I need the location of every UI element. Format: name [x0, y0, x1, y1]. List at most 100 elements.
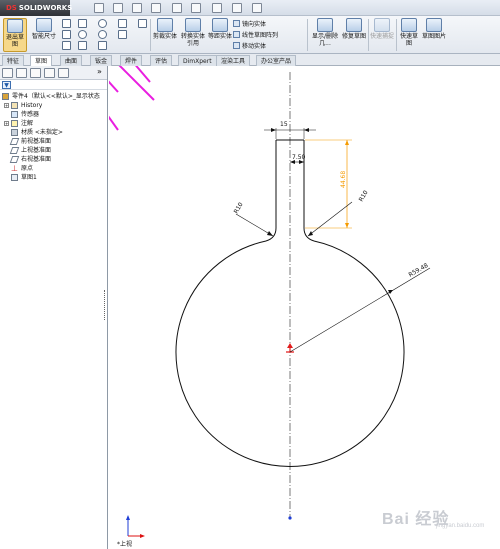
move-icon [233, 42, 240, 49]
part-icon [2, 93, 9, 100]
tab-render-tools[interactable]: 渲染工具 [216, 55, 251, 66]
rebuild-icon[interactable] [232, 3, 242, 13]
repair-sketch-button[interactable]: 修复草图 [342, 18, 366, 40]
move-entities-button[interactable]: 移动实体 [233, 41, 266, 50]
dim-r5948-leader [289, 267, 431, 353]
property-manager-tab-icon[interactable] [16, 68, 27, 78]
separator [368, 19, 369, 51]
dim-arrow [304, 128, 309, 132]
polygon-icon[interactable] [62, 41, 71, 50]
expand-icon[interactable]: + [4, 121, 9, 126]
dim-750-text[interactable]: 7.50 [292, 154, 306, 161]
dim-r10-left-text[interactable]: R10 [233, 201, 245, 215]
circle-icon[interactable] [98, 19, 107, 28]
sketch-picture-button[interactable]: 草图图片 [422, 18, 446, 40]
text-icon[interactable] [138, 19, 147, 28]
options-icon[interactable] [252, 3, 262, 13]
command-manager: 退出草图 智能尺寸 剪裁实体 转换实体引用 等距实体 镜向实体 线性草图阵列 移… [0, 16, 500, 54]
mirror-entities-button[interactable]: 镜向实体 [233, 19, 266, 28]
tree-item-front-plane[interactable]: 前视基准面 [0, 137, 107, 146]
line-icon[interactable] [62, 19, 71, 28]
tab-dimxpert[interactable]: DimXpert [178, 55, 217, 66]
quick-snaps-button[interactable]: 快速捕捉 [370, 18, 394, 40]
filter-icon[interactable]: ▼ [2, 81, 11, 89]
linear-pattern-button[interactable]: 线性草图阵列 [233, 30, 278, 39]
watermark-url: jingyan.baidu.com [436, 523, 485, 529]
tab-sketch[interactable]: 草图 [30, 55, 53, 66]
spline-icon[interactable] [118, 19, 127, 28]
tree-item-sketch1[interactable]: 草图1 [0, 173, 107, 182]
sketch-icon [11, 174, 18, 181]
offset-entities-button[interactable]: 等距实体 [208, 18, 232, 40]
sensor-icon [11, 111, 18, 118]
tree-item-history[interactable]: + History [0, 101, 107, 110]
dim-15-text[interactable]: 15 [280, 121, 288, 128]
tree-item-origin[interactable]: ⊥ 原点 [0, 164, 107, 173]
tab-weldments[interactable]: 焊件 [120, 55, 143, 66]
sketch-icon [7, 19, 23, 33]
open-icon[interactable] [113, 3, 123, 13]
dimxpert-manager-tab-icon[interactable] [44, 68, 55, 78]
smart-dimension-button[interactable]: 智能尺寸 [31, 18, 57, 40]
rapid-sketch-icon [401, 18, 417, 32]
centerline-icon[interactable] [62, 30, 71, 39]
expand-icon[interactable]: + [4, 103, 9, 108]
relations-icon [317, 18, 333, 32]
feature-manager-panel: » ▼ 零件4（默认<<默认>_显示状态 + History 传感器 + 注解 … [0, 66, 108, 549]
graphics-area[interactable]: 15 7.50 44.68 R10 R10 R59.48 [109, 66, 500, 549]
filter-row: ▼ [0, 80, 107, 90]
plane-tool-icon[interactable] [98, 41, 107, 50]
select-icon[interactable] [212, 3, 222, 13]
dim-4468-text[interactable]: 44.68 [340, 171, 347, 188]
sketch-canvas[interactable]: 15 7.50 44.68 R10 R10 R59.48 [109, 66, 500, 549]
feature-tree: 零件4（默认<<默认>_显示状态 + History 传感器 + 注解 材质 <… [0, 90, 107, 182]
snap-icon [374, 18, 390, 32]
display-manager-tab-icon[interactable] [58, 68, 69, 78]
dim-r10-right-text[interactable]: R10 [358, 189, 370, 203]
annotation-arrows [109, 66, 155, 131]
separator [396, 19, 397, 51]
tab-surfaces[interactable]: 曲面 [60, 55, 83, 66]
command-tabs: 特征 草图 曲面 钣金 焊件 评估 DimXpert 渲染工具 办公室产品 [0, 54, 500, 66]
expand-chevron-icon[interactable]: » [97, 67, 102, 76]
redo-icon[interactable] [191, 3, 201, 13]
feature-manager-tab-icon[interactable] [2, 68, 13, 78]
tree-item-sensors[interactable]: 传感器 [0, 110, 107, 119]
convert-entities-button[interactable]: 转换实体引用 [180, 18, 206, 47]
solidworks-logo[interactable]: DS SOLIDWORKS [0, 0, 72, 16]
tab-evaluate[interactable]: 评估 [150, 55, 173, 66]
tree-root[interactable]: 零件4（默认<<默认>_显示状态 [0, 92, 107, 101]
plane-icon [9, 147, 20, 154]
undo-icon[interactable] [172, 3, 182, 13]
slot-icon[interactable] [78, 30, 87, 39]
exit-sketch-button[interactable]: 退出草图 [3, 18, 27, 52]
point-icon[interactable] [78, 41, 87, 50]
offset-icon [212, 18, 228, 32]
mirror-icon [233, 20, 240, 27]
save-icon[interactable] [132, 3, 142, 13]
new-icon[interactable] [94, 3, 104, 13]
tab-office-products[interactable]: 办公室产品 [256, 55, 297, 66]
annotation-arrow-4 [118, 66, 155, 101]
display-relations-button[interactable]: 显示/删除几... [310, 18, 340, 47]
print-icon[interactable] [151, 3, 161, 13]
trim-entities-button[interactable]: 剪裁实体 [152, 18, 178, 40]
separator [150, 19, 151, 51]
sketch-point[interactable] [288, 516, 292, 520]
rapid-sketch-button[interactable]: 快速草图 [398, 18, 420, 47]
tree-item-top-plane[interactable]: 上视基准面 [0, 146, 107, 155]
triad-arrow [140, 534, 145, 538]
tree-item-right-plane[interactable]: 右视基准面 [0, 155, 107, 164]
annotation-arrow-3 [135, 66, 151, 83]
tab-features[interactable]: 特征 [2, 55, 25, 66]
panel-splitter[interactable] [104, 290, 108, 320]
fillet-icon[interactable] [118, 30, 127, 39]
tab-sheet-metal[interactable]: 钣金 [90, 55, 113, 66]
rectangle-icon[interactable] [78, 19, 87, 28]
arc-icon[interactable] [98, 30, 107, 39]
convert-icon [185, 18, 201, 32]
configuration-manager-tab-icon[interactable] [30, 68, 41, 78]
dim-arrow [267, 231, 273, 236]
tree-item-annotations[interactable]: + 注解 [0, 119, 107, 128]
tree-item-material[interactable]: 材质 <未指定> [0, 128, 107, 137]
